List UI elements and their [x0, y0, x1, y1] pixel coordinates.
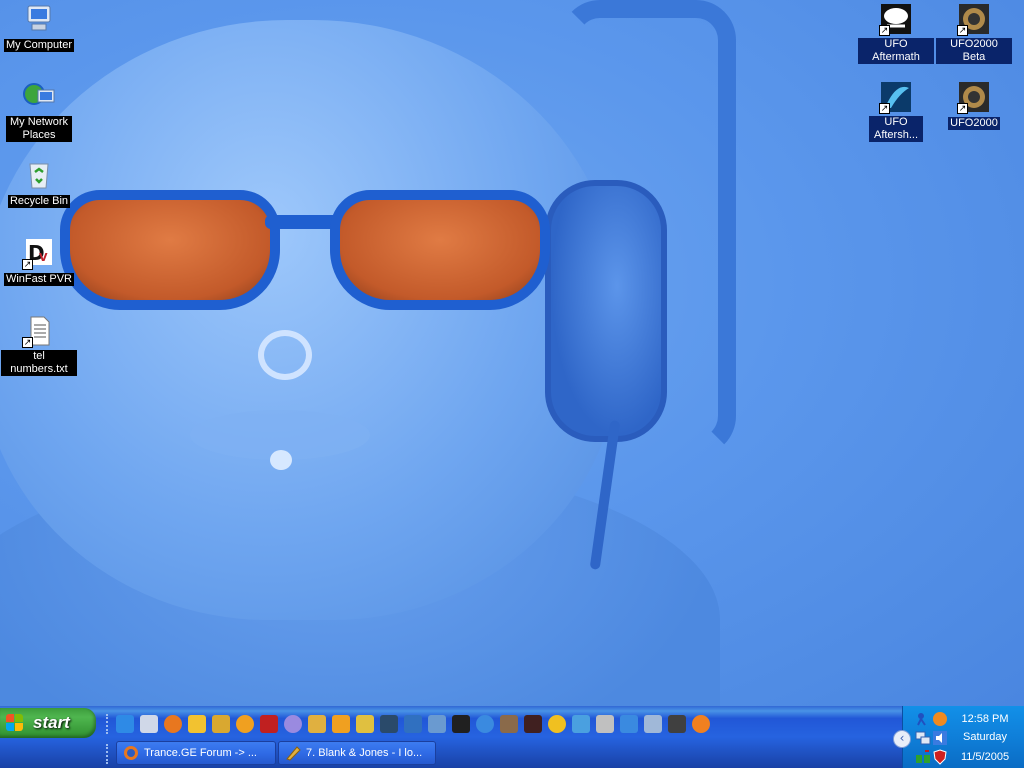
calendar-icon[interactable]: [140, 715, 158, 733]
my-computer-icon: [22, 2, 56, 36]
ufo-aftermath-icon: ↗: [879, 2, 913, 36]
shortcut-arrow-icon: ↗: [879, 25, 890, 36]
desktop-icon-winfast-pvr[interactable]: DV ↗ WinFast PVR: [1, 236, 77, 286]
svg-text:V: V: [39, 251, 48, 264]
vuze-icon[interactable]: [692, 715, 710, 733]
sphere-icon[interactable]: [284, 715, 302, 733]
task-button-firefox[interactable]: Trance.GE Forum -> ...: [116, 741, 276, 765]
squirrel-icon[interactable]: [356, 715, 374, 733]
network-icon[interactable]: [404, 715, 422, 733]
network-places-icon: [22, 80, 56, 114]
plane-icon[interactable]: [620, 715, 638, 733]
wallpaper-lens-left: [60, 190, 280, 310]
download-manager-icon[interactable]: [260, 715, 278, 733]
desktop-icon-tel-numbers[interactable]: ↗ tel numbers.txt: [1, 314, 77, 376]
shortcut-arrow-icon: ↗: [22, 337, 33, 348]
taskbar-grip[interactable]: [106, 744, 112, 764]
picture-icon[interactable]: [644, 715, 662, 733]
clock-day[interactable]: Saturday: [947, 731, 1023, 743]
desktop-icon-network-places[interactable]: My Network Places: [1, 80, 77, 142]
vlc-icon[interactable]: [332, 715, 350, 733]
box-icon[interactable]: [596, 715, 614, 733]
clock-date[interactable]: 11/5/2005: [947, 751, 1023, 763]
orange-app-icon[interactable]: [932, 711, 948, 727]
wallpaper-sunglasses: [40, 170, 560, 310]
wallpaper-face: [0, 20, 620, 620]
shortcut-arrow-icon: ↗: [22, 259, 33, 270]
quick-launch-grip[interactable]: [106, 714, 112, 734]
person-icon[interactable]: [500, 715, 518, 733]
shortcut-arrow-icon: ↗: [879, 103, 890, 114]
taskbar: start Trance.GE Forum -> ... 7. Blank & …: [0, 706, 1024, 768]
ufo2000-icon: ↗: [957, 80, 991, 114]
network-connection-icon[interactable]: [915, 730, 931, 746]
desktop-icon-ufo-aftermath[interactable]: ↗ UFO Aftermath: [858, 2, 934, 64]
nero-icon[interactable]: [308, 715, 326, 733]
messenger-icon[interactable]: [236, 715, 254, 733]
internet-explorer-icon[interactable]: [116, 715, 134, 733]
volume-icon[interactable]: [932, 730, 948, 746]
wallpaper-lens-right: [330, 190, 550, 310]
desktop-icon-ufo2000-beta[interactable]: ↗ UFO2000 Beta: [936, 2, 1012, 64]
network-activity-icon[interactable]: [915, 711, 931, 727]
clock-time[interactable]: 12:58 PM: [947, 713, 1023, 725]
grid-icon[interactable]: [428, 715, 446, 733]
smiley-icon[interactable]: [548, 715, 566, 733]
desktop[interactable]: My Computer My Network Places Recycle Bi…: [0, 0, 1024, 706]
firefox-icon: [123, 745, 139, 761]
desktop-icon-recycle-bin[interactable]: Recycle Bin: [1, 158, 77, 208]
ufo-aftershock-icon: ↗: [879, 80, 913, 114]
ufo2000-beta-icon: ↗: [957, 2, 991, 36]
safely-remove-hardware-icon[interactable]: [915, 749, 931, 765]
film-icon[interactable]: [452, 715, 470, 733]
terminal-icon[interactable]: [380, 715, 398, 733]
task-button-winamp[interactable]: 7. Blank & Jones - I lo...: [278, 741, 436, 765]
chat-icon[interactable]: [572, 715, 590, 733]
wallpaper-headphone-earcup: [545, 180, 667, 442]
start-button[interactable]: start: [0, 708, 96, 738]
winfast-pvr-icon: DV ↗: [22, 236, 56, 270]
desktop-icon-my-computer[interactable]: My Computer: [1, 2, 77, 52]
show-hidden-icons-chevron-icon[interactable]: ‹: [893, 730, 911, 748]
wallpaper-nose-ring: [258, 330, 312, 380]
shortcut-arrow-icon: ↗: [957, 103, 968, 114]
firefox-icon[interactable]: [164, 715, 182, 733]
text-file-icon: ↗: [22, 314, 56, 348]
desktop-icon-ufo2000[interactable]: ↗ UFO2000: [936, 80, 1012, 130]
system-tray: ‹ 12:58 PM Saturday 11/5/2005: [893, 706, 1024, 768]
media-icon[interactable]: [188, 715, 206, 733]
shortcut-arrow-icon: ↗: [957, 25, 968, 36]
wallpaper-lip-stud: [270, 450, 292, 470]
windows-logo-icon: [6, 714, 24, 732]
winamp-icon[interactable]: [212, 715, 230, 733]
audio-icon[interactable]: [476, 715, 494, 733]
winamp-icon: [285, 745, 301, 761]
security-shield-icon[interactable]: [932, 749, 948, 765]
floppy-icon[interactable]: [668, 715, 686, 733]
game-icon[interactable]: [524, 715, 542, 733]
recycle-bin-icon: [22, 158, 56, 192]
desktop-icon-ufo-aftershock[interactable]: ↗ UFO Aftersh...: [858, 80, 934, 142]
